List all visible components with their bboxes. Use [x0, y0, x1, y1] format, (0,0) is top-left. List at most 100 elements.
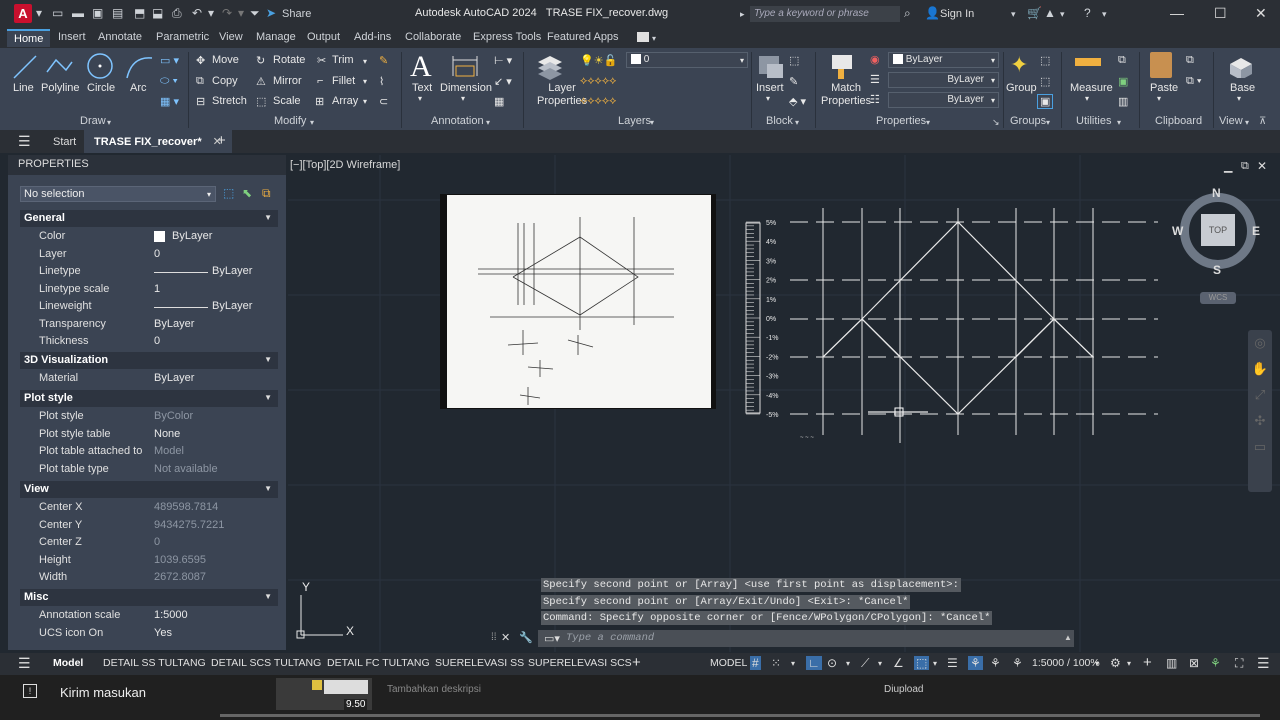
search-expand-icon[interactable]: ▸ — [740, 9, 745, 20]
polar-tracking-icon[interactable]: ⊙ — [827, 656, 837, 670]
sign-in-button[interactable]: Sign In — [940, 8, 974, 20]
property-value[interactable]: Yes — [154, 627, 172, 639]
section-general[interactable]: General ▼ — [20, 210, 278, 227]
ungroup-icon[interactable]: ⬚ — [1040, 54, 1050, 67]
group-edit-icon[interactable]: ⬚ — [1040, 75, 1050, 88]
layer-tools-row2-icons[interactable]: ⟡⟡⟡⟡⟡ — [580, 95, 616, 108]
property-row[interactable]: Material ByLayer — [20, 370, 278, 387]
insert-dropdown-icon[interactable]: ▾ — [766, 94, 770, 103]
property-row[interactable]: Height 1039.6595 — [20, 552, 278, 569]
command-customize-icon[interactable]: 🔧 — [519, 631, 533, 644]
tab-parametric[interactable]: Parametric — [156, 31, 209, 43]
viewcube-south[interactable]: S — [1213, 263, 1221, 277]
property-row[interactable]: Plot table type Not available — [20, 461, 278, 478]
property-row[interactable]: Linetype ByLayer — [20, 263, 278, 280]
autodesk-app-icon[interactable]: ▲ — [1044, 6, 1056, 20]
annotation-monitor-icon[interactable]: + — [1143, 654, 1152, 671]
tab-collaborate[interactable]: Collaborate — [405, 31, 461, 43]
layout-tab-suerelevasi-ss[interactable]: SUERELEVASI SS — [435, 657, 524, 669]
copy-button[interactable]: Copy — [212, 75, 238, 87]
property-value[interactable]: ByLayer — [212, 265, 252, 277]
isodraft-icon[interactable]: ⟋ — [861, 656, 869, 671]
app-menu-chevron-icon[interactable]: ▾ — [36, 6, 42, 20]
viewport-close-icon[interactable]: ✕ — [1257, 159, 1267, 173]
layers-panel-expand-icon[interactable]: ▾ — [650, 118, 654, 127]
layout-menu-icon[interactable]: ☰ — [18, 655, 31, 672]
autocad-logo[interactable]: A — [14, 4, 32, 23]
property-value[interactable]: 1039.6595 — [154, 554, 206, 566]
view-panel-title[interactable]: View — [1219, 115, 1243, 127]
property-row[interactable]: Transparency ByLayer — [20, 316, 278, 333]
text-button[interactable]: Text — [412, 82, 432, 94]
measure-icon[interactable] — [1075, 58, 1101, 66]
color-wheel-icon[interactable]: ◉ — [870, 53, 880, 66]
viewport-restore-icon[interactable]: ⧉ — [1241, 160, 1249, 173]
table-icon[interactable]: ▦ — [494, 95, 504, 108]
property-row[interactable]: Plot style table None — [20, 426, 278, 443]
copy-base-icon[interactable]: ⧉ ▾ — [1186, 75, 1202, 88]
quick-select-palette-icon[interactable]: ⧉ — [262, 186, 271, 201]
property-row[interactable]: Linetype scale 1 — [20, 281, 278, 298]
property-value[interactable]: ByLayer — [154, 372, 194, 384]
paste-icon[interactable] — [1150, 52, 1172, 78]
modify-panel-expand-icon[interactable]: ▾ — [310, 118, 314, 127]
property-value[interactable]: 1:5000 — [154, 609, 188, 621]
layers-panel-title[interactable]: Layers — [618, 115, 651, 127]
property-row[interactable]: Plot style ByColor — [20, 408, 278, 425]
save-web-icon[interactable]: ⬓ — [152, 6, 163, 20]
ribbon-options-icon[interactable]: ▾ — [652, 34, 656, 43]
collapse-arrow-icon[interactable]: ▼ — [264, 213, 272, 222]
polyline-icon[interactable] — [44, 52, 74, 82]
groups-panel-title[interactable]: Groups — [1010, 115, 1046, 127]
start-tab[interactable]: Start — [53, 136, 76, 148]
color-dropdown[interactable]: ByLayer ▾ — [888, 52, 999, 68]
gradient-icon[interactable]: ▦ ▾ — [160, 95, 179, 108]
customize-statusbar-icon[interactable]: ☰ — [1257, 655, 1270, 672]
dimension-dropdown-icon[interactable]: ▾ — [461, 94, 465, 103]
isodraft-dropdown-icon[interactable]: ▾ — [878, 659, 882, 668]
property-row[interactable]: Layer 0 — [20, 246, 278, 263]
command-line-grip-icon[interactable]: ⁞⁞ — [491, 632, 497, 643]
property-row[interactable]: Plot table attached to Model — [20, 443, 278, 460]
collapse-arrow-icon[interactable]: ▼ — [264, 393, 272, 402]
tab-manage[interactable]: Manage — [256, 31, 296, 43]
save-as-icon[interactable]: ▤ — [112, 6, 123, 20]
paste-dropdown-icon[interactable]: ▾ — [1157, 94, 1161, 103]
open-file-icon[interactable]: ▬ — [72, 6, 84, 20]
property-row[interactable]: Annotation scale 1:5000 — [20, 607, 278, 624]
calculator-icon[interactable]: ▣ — [1118, 75, 1128, 88]
open-web-icon[interactable]: ⬒ — [134, 6, 145, 20]
property-value[interactable]: ByLayer — [172, 230, 212, 242]
text-icon[interactable]: A — [410, 50, 432, 84]
grid-toggle-icon[interactable]: # — [750, 656, 761, 670]
insert-button[interactable]: Insert — [756, 82, 784, 94]
hamburger-menu-icon[interactable]: ☰ — [18, 133, 31, 150]
tab-featured-apps[interactable]: Featured Apps — [547, 31, 619, 43]
close-icon[interactable]: ✕ — [1255, 5, 1267, 22]
wcs-menu[interactable]: WCS — [1200, 292, 1236, 304]
description-field[interactable]: Tambahkan deskripsi — [387, 684, 481, 695]
trim-dropdown-icon[interactable]: ▾ — [363, 57, 367, 66]
groups-panel-expand-icon[interactable]: ▾ — [1046, 118, 1050, 127]
undo-dropdown-icon[interactable]: ▾ — [208, 6, 214, 20]
minimize-icon[interactable]: — — [1170, 5, 1184, 21]
copy-clip-icon[interactable]: ⧉ — [1186, 54, 1194, 67]
zoom-extents-icon[interactable]: ⤢ — [1248, 382, 1272, 408]
array-button[interactable]: Array — [332, 95, 358, 107]
quick-select-icon[interactable]: ⧉ — [1118, 54, 1126, 67]
scale-button[interactable]: Scale — [273, 95, 301, 107]
layer-tools-row1-icons[interactable]: ⟡⟡⟡⟡⟡ — [580, 75, 616, 88]
rectangle-icon[interactable]: ▭ ▾ — [160, 54, 179, 67]
group-icon[interactable]: ✦ — [1010, 52, 1028, 78]
circle-button[interactable]: Circle — [87, 82, 115, 94]
property-value[interactable]: 2672.8087 — [154, 571, 206, 583]
property-value[interactable]: Not available — [154, 463, 218, 475]
match-properties-icon[interactable] — [828, 52, 858, 80]
tab-express-tools[interactable]: Express Tools — [473, 31, 541, 43]
tab-output[interactable]: Output — [307, 31, 340, 43]
clipboard-panel-title[interactable]: Clipboard — [1155, 115, 1202, 127]
section-misc[interactable]: Misc ▼ — [20, 589, 278, 606]
property-row[interactable]: Lineweight ByLayer — [20, 298, 278, 315]
property-value[interactable]: ByLayer — [154, 318, 194, 330]
selection-dropdown[interactable]: No selection ▾ — [20, 186, 216, 202]
